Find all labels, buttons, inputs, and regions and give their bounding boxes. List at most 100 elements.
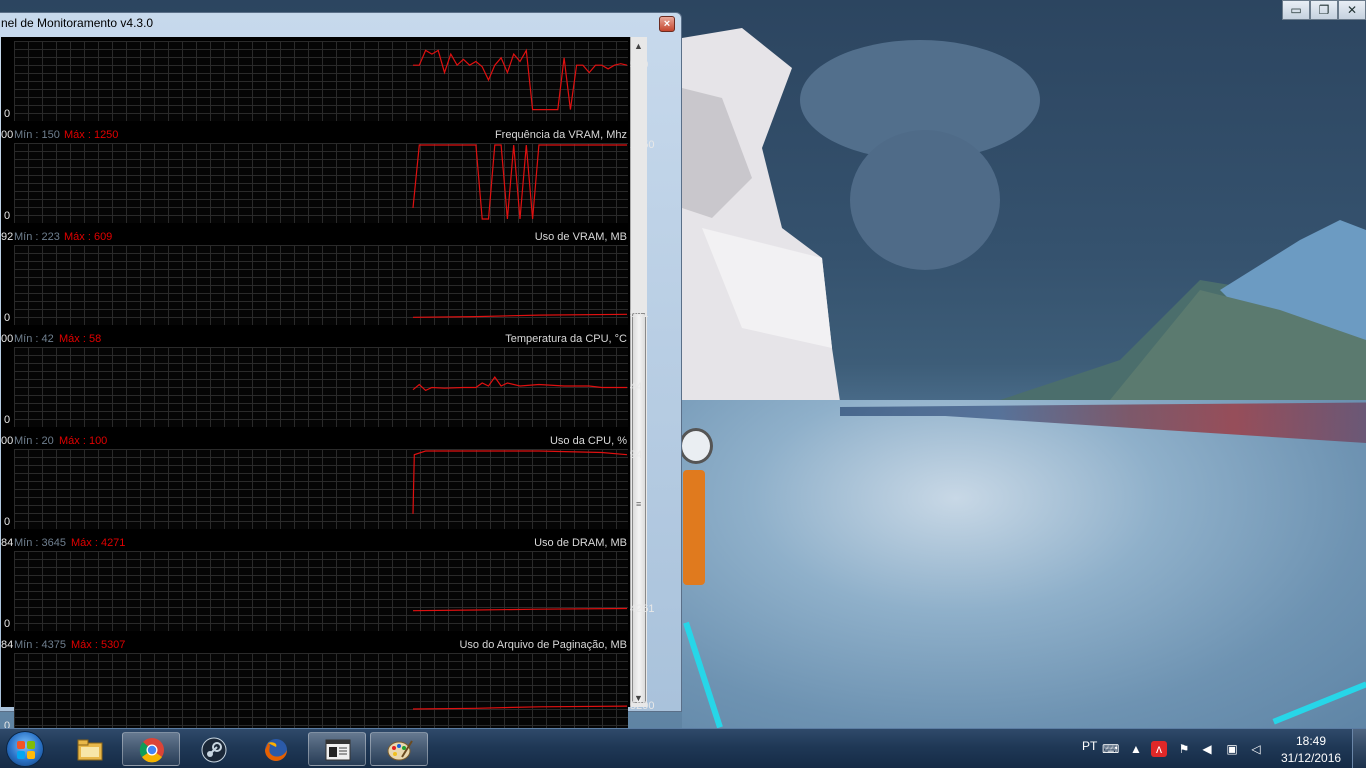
show-desktop-button[interactable] bbox=[1352, 729, 1366, 768]
current-value: 599 bbox=[630, 59, 649, 72]
graph-line bbox=[412, 376, 627, 392]
graph-line bbox=[412, 144, 627, 220]
taskbar-firefox[interactable] bbox=[246, 732, 304, 766]
graph-line bbox=[412, 607, 628, 612]
max-value: Máx : 5307 bbox=[71, 639, 126, 651]
antivirus-icon[interactable]: ᴧ bbox=[1151, 741, 1167, 757]
graph-area bbox=[14, 653, 628, 733]
keyboard-icon[interactable]: ⌨ bbox=[1102, 741, 1119, 757]
graph-svg bbox=[412, 144, 627, 220]
panel-header: Mín : 42 Máx : 58 Temperatura da CPU, °C bbox=[1, 331, 630, 347]
axis-min-label: 0 bbox=[4, 414, 11, 426]
volume-icon[interactable]: ◀ bbox=[1199, 741, 1215, 757]
metric-title: Frequência da VRAM, Mhz bbox=[494, 129, 627, 141]
graph-svg bbox=[412, 450, 628, 514]
taskbar-paint[interactable] bbox=[370, 732, 428, 766]
metric-title: Uso do Arquivo de Paginação, MB bbox=[459, 639, 627, 651]
taskbar-steam[interactable] bbox=[184, 732, 242, 766]
graph-area bbox=[14, 41, 628, 121]
graph-area bbox=[14, 143, 628, 223]
mountains bbox=[1000, 220, 1366, 410]
current-value: 4261 bbox=[630, 602, 655, 615]
max-value: Máx : 1250 bbox=[64, 129, 119, 141]
windows-logo-icon bbox=[17, 741, 35, 759]
cloud bbox=[850, 130, 1000, 270]
graph-line bbox=[413, 48, 628, 111]
graph-area bbox=[14, 551, 628, 631]
ground bbox=[682, 400, 1366, 728]
axis-min-label: 0 bbox=[4, 618, 11, 630]
paint-palette-icon bbox=[387, 740, 413, 761]
panel-header: Mín : 3645 Máx : 4271 Uso de DRAM, MB bbox=[1, 535, 630, 551]
action-center-flag-icon[interactable]: ⚑ bbox=[1176, 741, 1192, 757]
firefox-icon bbox=[265, 739, 287, 761]
graph-panel: Mín : 4375 Máx : 5307 Uso do Arquivo de Pa… bbox=[1, 637, 654, 739]
metric-title: Uso de DRAM, MB bbox=[534, 537, 627, 549]
current-value: 1250 bbox=[630, 139, 655, 151]
axis-max-label: 84 bbox=[1, 639, 14, 651]
axis-min-label: 0 bbox=[4, 516, 11, 528]
axis-min-label: 0 bbox=[4, 312, 11, 324]
graph-panel: Mín : 3645 Máx : 4271 Uso de DRAM, MB 84 426… bbox=[1, 535, 654, 637]
current-value: 5290 bbox=[630, 700, 655, 713]
taskbar-chrome[interactable] bbox=[122, 732, 180, 766]
max-value: Máx : 100 bbox=[59, 435, 108, 447]
background-window-controls: ▭ ❐ ✕ bbox=[1282, 0, 1366, 20]
graph-line bbox=[412, 450, 628, 514]
panel-header bbox=[1, 25, 630, 41]
restore-button[interactable]: ❐ bbox=[1310, 0, 1338, 20]
current-value: 44 bbox=[630, 381, 643, 394]
taskbar-monitor-app[interactable] bbox=[308, 732, 366, 766]
axis-max-label: 84 bbox=[1, 537, 14, 549]
metric-title: Uso da CPU, % bbox=[549, 435, 627, 447]
panel-header: Mín : 20 Máx : 100 Uso da CPU, % bbox=[1, 433, 630, 449]
max-value: Máx : 4271 bbox=[71, 537, 126, 549]
graph-svg bbox=[412, 705, 628, 710]
graph-svg bbox=[412, 313, 628, 318]
min-value: Mín : 3645 bbox=[14, 537, 66, 549]
graph-svg bbox=[412, 607, 628, 612]
taskbar-explorer[interactable] bbox=[60, 732, 118, 766]
min-value: Mín : 223 bbox=[14, 231, 60, 243]
scroll-thumb[interactable]: ≡ bbox=[632, 313, 646, 703]
axis-max-label: 00 bbox=[1, 435, 14, 447]
graph-line bbox=[412, 313, 628, 318]
max-value: Máx : 58 bbox=[59, 333, 102, 345]
graph-panel: 599 0 bbox=[1, 25, 648, 127]
axis-max-label: 00 bbox=[1, 129, 14, 141]
graph-svg bbox=[412, 376, 627, 392]
min-value: Mín : 42 bbox=[14, 333, 54, 345]
start-button[interactable] bbox=[6, 731, 44, 767]
speaker-icon[interactable]: ◁ bbox=[1248, 741, 1264, 757]
min-value: Mín : 150 bbox=[14, 129, 60, 141]
metric-title: Temperatura da CPU, °C bbox=[505, 333, 627, 345]
panel-header: Mín : 150 Máx : 1250 Frequência da VRAM, M… bbox=[1, 127, 630, 143]
axis-min-label: 0 bbox=[4, 108, 11, 120]
close-button[interactable]: ✕ bbox=[1338, 0, 1366, 20]
metric-title: Uso de VRAM, MB bbox=[534, 231, 627, 243]
close-button[interactable]: × bbox=[659, 16, 675, 32]
max-value: Máx : 609 bbox=[64, 231, 113, 243]
min-value: Mín : 4375 bbox=[14, 639, 66, 651]
minimize-button[interactable]: ▭ bbox=[1282, 0, 1310, 20]
astronaut-helmet bbox=[679, 428, 713, 464]
graph-area bbox=[14, 347, 628, 427]
astronaut bbox=[683, 470, 705, 585]
chrome-icon bbox=[139, 738, 164, 763]
panel-header: Mín : 223 Máx : 609 Uso de VRAM, MB bbox=[1, 229, 630, 245]
axis-max-label: 92 bbox=[1, 231, 14, 243]
network-icon[interactable]: ▣ bbox=[1224, 741, 1240, 757]
show-hidden-icons-icon[interactable]: ▲ bbox=[1128, 741, 1144, 757]
language-indicator[interactable]: PT bbox=[1082, 739, 1097, 753]
clock-time[interactable]: 18:49 bbox=[1296, 734, 1326, 748]
graph-panel: Mín : 223 Máx : 609 Uso de VRAM, MB 92 541 0 bbox=[1, 229, 648, 331]
graph-area bbox=[14, 245, 628, 325]
clock-date[interactable]: 31/12/2016 bbox=[1281, 751, 1341, 765]
graph-line bbox=[412, 705, 628, 710]
scroll-up-icon[interactable]: ▲ bbox=[634, 41, 643, 51]
panel-header: Mín : 4375 Máx : 5307 Uso do Arquivo de Pa… bbox=[1, 637, 630, 653]
graph-panel: Mín : 20 Máx : 100 Uso da CPU, % 00 94 0 bbox=[1, 433, 642, 535]
min-value: Mín : 20 bbox=[14, 435, 54, 447]
steam-icon bbox=[201, 737, 227, 763]
current-value: 94 bbox=[630, 448, 643, 461]
